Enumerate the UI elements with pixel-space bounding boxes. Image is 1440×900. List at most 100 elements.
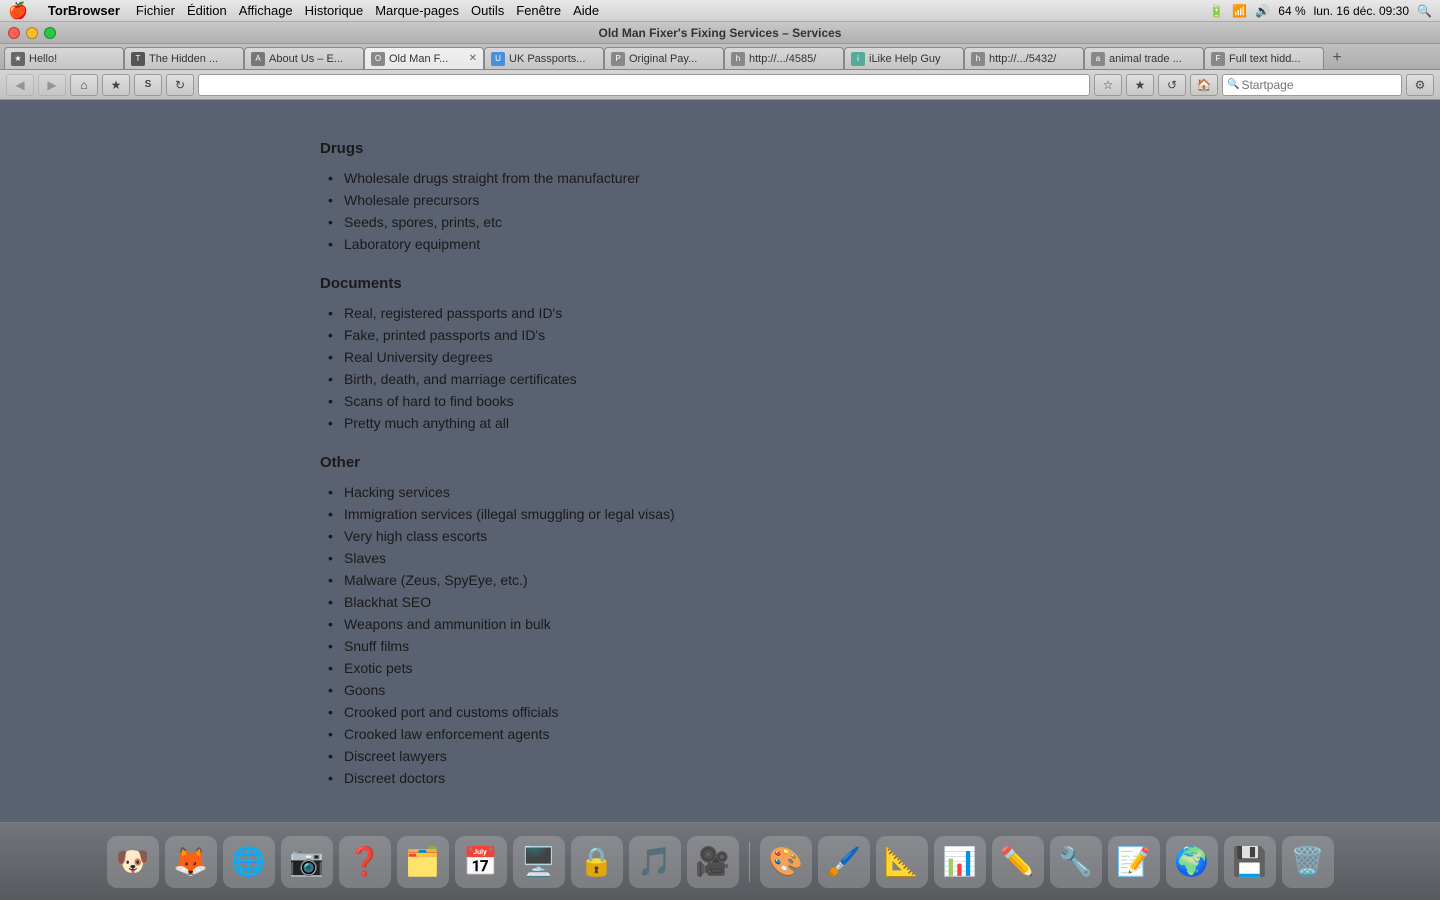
volume-icon: 🔊: [1255, 4, 1270, 18]
list-item: Very high class escorts: [320, 525, 1120, 547]
list-item: Crooked port and customs officials: [320, 701, 1120, 723]
forward-button[interactable]: ▶: [38, 74, 66, 96]
tab-hello[interactable]: ★ Hello!: [4, 47, 124, 69]
new-tab-button[interactable]: +: [1326, 47, 1348, 69]
tab-original-pay[interactable]: P Original Pay...: [604, 47, 724, 69]
menu-fichier[interactable]: Fichier: [136, 3, 175, 18]
tab-favicon: A: [251, 52, 265, 66]
tab-favicon: T: [131, 52, 145, 66]
list-item: Scans of hard to find books: [320, 390, 1120, 412]
menubar-right: 🔋 📶 🔊 64 % lun. 16 déc. 09:30 🔍: [1209, 4, 1432, 18]
tab-about[interactable]: A About Us – E...: [244, 47, 364, 69]
list-item: Birth, death, and marriage certificates: [320, 368, 1120, 390]
dock-firefox[interactable]: 🦊: [165, 836, 217, 888]
address-bar-container: [198, 74, 1090, 96]
list-item: Laboratory equipment: [320, 233, 1120, 255]
list-item: Fake, printed passports and ID's: [320, 324, 1120, 346]
tab-fulltext[interactable]: F Full text hidd...: [1204, 47, 1324, 69]
list-item: Exotic pets: [320, 657, 1120, 679]
search-input[interactable]: [1241, 78, 1397, 92]
list-item: Hacking services: [320, 481, 1120, 503]
tab-label: http://.../4585/: [749, 53, 837, 65]
window-buttons: [8, 27, 56, 39]
maximize-button[interactable]: [44, 27, 56, 39]
tab-favicon: a: [1091, 52, 1105, 66]
home-button[interactable]: ⌂: [70, 74, 98, 96]
tab-5432[interactable]: h http://.../5432/: [964, 47, 1084, 69]
tab-favicon: F: [1211, 52, 1225, 66]
dock-icon18[interactable]: 📝: [1108, 836, 1160, 888]
tab-label: animal trade ...: [1109, 53, 1197, 65]
page-area[interactable]: Drugs Wholesale drugs straight from the …: [0, 100, 1440, 822]
tab-label: iLike Help Guy: [869, 53, 957, 65]
menu-edition[interactable]: Édition: [187, 3, 227, 18]
dock-calendar[interactable]: 📅: [455, 836, 507, 888]
menu-outils[interactable]: Outils: [471, 3, 504, 18]
dock-icon3[interactable]: 🌐: [223, 836, 275, 888]
page-footer: oldmanfixer@safe-mail.net 2011-2013: [320, 809, 1120, 822]
mac-dock: 🐶 🦊 🌐 📷 ❓ 🗂️ 📅 🖥️ 🔒 🎵 🎥 🎨 🖌️ 📐 📊 ✏️ 🔧 📝 …: [0, 822, 1440, 900]
dock-trash[interactable]: 🗑️: [1282, 836, 1334, 888]
dock-icon19[interactable]: 🌍: [1166, 836, 1218, 888]
home2-button[interactable]: 🏠: [1190, 74, 1218, 96]
star-filled-button[interactable]: ★: [1126, 74, 1154, 96]
dock-finder[interactable]: 🐶: [107, 836, 159, 888]
tab-label: Old Man F...: [389, 53, 465, 65]
dock-icon15[interactable]: 📊: [934, 836, 986, 888]
app-name[interactable]: TorBrowser: [48, 3, 120, 18]
tab-label: The Hidden ...: [149, 53, 237, 65]
list-item: Real University degrees: [320, 346, 1120, 368]
tab-oldman[interactable]: O Old Man F... ✕: [364, 47, 484, 69]
dock-icon6[interactable]: 🗂️: [397, 836, 449, 888]
dock-icon13[interactable]: 🖌️: [818, 836, 870, 888]
dock-icon9[interactable]: 🔒: [571, 836, 623, 888]
tab-close-icon[interactable]: ✕: [469, 53, 477, 64]
tab-ilike[interactable]: i iLike Help Guy: [844, 47, 964, 69]
dock-icon20[interactable]: 💾: [1224, 836, 1276, 888]
tab-favicon: U: [491, 52, 505, 66]
other-list: Hacking services Immigration services (i…: [320, 481, 1120, 789]
dock-photoshop[interactable]: 🎨: [760, 836, 812, 888]
dock-icon14[interactable]: 📐: [876, 836, 928, 888]
tab-favicon: O: [371, 52, 385, 66]
list-item: Crooked law enforcement agents: [320, 723, 1120, 745]
tab-animal[interactable]: a animal trade ...: [1084, 47, 1204, 69]
menu-affichage[interactable]: Affichage: [239, 3, 293, 18]
datetime: lun. 16 déc. 09:30: [1314, 4, 1409, 18]
close-button[interactable]: [8, 27, 20, 39]
title-bar: Old Man Fixer's Fixing Services – Servic…: [0, 22, 1440, 44]
list-item: Blackhat SEO: [320, 591, 1120, 613]
menu-fenetre[interactable]: Fenêtre: [516, 3, 561, 18]
tab-4585[interactable]: h http://.../4585/: [724, 47, 844, 69]
settings-button[interactable]: ⚙: [1406, 74, 1434, 96]
apple-menu[interactable]: 🍎: [8, 1, 28, 21]
dock-icon11[interactable]: 🎥: [687, 836, 739, 888]
tab-hidden[interactable]: T The Hidden ...: [124, 47, 244, 69]
dock-icon10[interactable]: 🎵: [629, 836, 681, 888]
star-button[interactable]: ☆: [1094, 74, 1122, 96]
back-button[interactable]: ◀: [6, 74, 34, 96]
menu-historique[interactable]: Historique: [305, 3, 364, 18]
list-item: Real, registered passports and ID's: [320, 302, 1120, 324]
bookmark-button[interactable]: ★: [102, 74, 130, 96]
dock-icon4[interactable]: 📷: [281, 836, 333, 888]
search-icon[interactable]: 🔍: [1417, 4, 1432, 18]
tab-label: Hello!: [29, 53, 117, 65]
list-item: Weapons and ammunition in bulk: [320, 613, 1120, 635]
minimize-button[interactable]: [26, 27, 38, 39]
dock-icon17[interactable]: 🔧: [1050, 836, 1102, 888]
drugs-list: Wholesale drugs straight from the manufa…: [320, 167, 1120, 255]
dock-separator: [749, 842, 750, 882]
menu-aide[interactable]: Aide: [573, 3, 599, 18]
reload-icon[interactable]: ↻: [166, 74, 194, 96]
menu-marque-pages[interactable]: Marque-pages: [375, 3, 459, 18]
dock-icon8[interactable]: 🖥️: [513, 836, 565, 888]
tab-label: Full text hidd...: [1229, 53, 1317, 65]
tab-favicon: h: [971, 52, 985, 66]
dock-icon5[interactable]: ❓: [339, 836, 391, 888]
s-button[interactable]: S: [134, 74, 162, 96]
tab-uk-passports[interactable]: U UK Passports...: [484, 47, 604, 69]
reload-button[interactable]: ↺: [1158, 74, 1186, 96]
address-input[interactable]: [205, 78, 1083, 92]
dock-icon16[interactable]: ✏️: [992, 836, 1044, 888]
